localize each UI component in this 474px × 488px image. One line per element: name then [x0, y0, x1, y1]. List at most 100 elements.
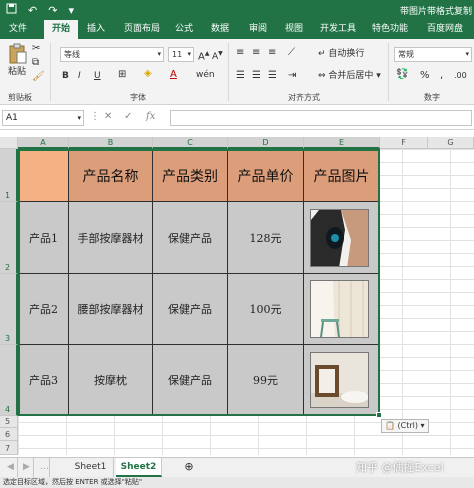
table-cell-price[interactable]: 128元: [228, 202, 304, 274]
tab-formulas[interactable]: 公式: [170, 20, 198, 39]
title-bar: ↶ ↷ ▾ 带图片带格式复制: [0, 0, 474, 20]
wrap-text-button[interactable]: ↵ 自动换行: [318, 48, 364, 60]
tab-file[interactable]: 文件: [4, 20, 32, 39]
italic-button[interactable]: I: [78, 70, 81, 82]
copy-icon[interactable]: ⧉: [32, 57, 39, 69]
tab-data[interactable]: 数据: [206, 20, 234, 39]
align-bottom-icon[interactable]: ≡: [268, 47, 276, 59]
group-divider: [388, 43, 389, 101]
product-image-massage-pillow[interactable]: [310, 352, 369, 408]
column-header-d[interactable]: D: [228, 137, 304, 149]
chevron-down-icon: ▾: [187, 50, 191, 58]
table-cell-product-name[interactable]: 按摩枕: [69, 345, 153, 416]
sheet-tab-sheet2[interactable]: Sheet2: [116, 458, 162, 477]
paste-options-button[interactable]: 📋 (Ctrl) ▾: [381, 419, 429, 433]
column-header-f[interactable]: F: [380, 137, 428, 149]
cancel-icon[interactable]: ✕: [104, 111, 112, 122]
product-image-hand-massager[interactable]: [310, 209, 369, 267]
table-cell-category[interactable]: 保健产品: [153, 274, 228, 345]
align-left-icon[interactable]: ☰: [236, 70, 245, 82]
format-painter-icon[interactable]: 🖌: [32, 71, 45, 83]
align-middle-icon[interactable]: ≡: [252, 47, 260, 59]
window-title: 带图片带格式复制: [399, 7, 472, 17]
column-header-b[interactable]: B: [69, 137, 153, 149]
increase-font-icon[interactable]: A▲: [198, 48, 209, 63]
comma-style-icon[interactable]: ,: [440, 70, 443, 82]
row-header-6[interactable]: 6: [0, 428, 18, 441]
font-size-select[interactable]: 11 ▾: [168, 47, 194, 62]
bold-button[interactable]: B: [62, 70, 69, 82]
table-cell-price[interactable]: 99元: [228, 345, 304, 416]
border-icon[interactable]: ⊞: [118, 69, 126, 81]
row-header-4[interactable]: 4: [0, 345, 18, 416]
tab-insert[interactable]: 插入: [82, 20, 110, 39]
align-center-icon[interactable]: ☰: [252, 70, 261, 82]
currency-icon[interactable]: 💱: [396, 69, 408, 81]
scroll-left-icon[interactable]: ◀: [4, 458, 18, 477]
enter-icon[interactable]: ✓: [124, 111, 132, 122]
table-cell-product-id[interactable]: 产品2: [18, 274, 69, 345]
tab-developer[interactable]: 开发工具: [314, 20, 362, 39]
redo-icon[interactable]: ↷: [48, 4, 57, 17]
phonetic-icon[interactable]: wén: [196, 69, 215, 81]
row-header-7[interactable]: 7: [0, 441, 18, 455]
tab-view[interactable]: 视图: [280, 20, 308, 39]
column-header-e[interactable]: E: [304, 137, 380, 149]
customize-icon[interactable]: ▾: [68, 4, 74, 17]
row-header-5[interactable]: 5: [0, 416, 18, 428]
table-cell-category[interactable]: 保健产品: [153, 202, 228, 274]
more-icon: ⋮: [90, 111, 100, 122]
column-header-g[interactable]: G: [428, 137, 474, 149]
select-all-corner[interactable]: [0, 137, 18, 149]
table-cell-product-id[interactable]: 产品1: [18, 202, 69, 274]
sheet-tab-sheet1[interactable]: Sheet1: [68, 458, 114, 477]
decrease-font-icon[interactable]: A▼: [212, 48, 223, 63]
row-header-1[interactable]: 1: [0, 149, 18, 202]
column-header-c[interactable]: C: [153, 137, 228, 149]
column-header-a[interactable]: A: [18, 137, 69, 149]
fill-color-icon[interactable]: ◈: [144, 68, 152, 80]
header-cell-price[interactable]: 产品单价: [228, 149, 304, 202]
undo-icon[interactable]: ↶: [28, 4, 37, 17]
alignment-group-label: 对齐方式: [288, 93, 320, 102]
product-image-waist-massager[interactable]: [310, 280, 369, 338]
align-top-icon[interactable]: ≡: [236, 47, 244, 59]
tab-page-layout[interactable]: 页面布局: [118, 20, 166, 39]
align-right-icon[interactable]: ☰: [268, 70, 277, 82]
underline-button[interactable]: U: [94, 70, 101, 82]
quick-access-toolbar: ↶ ↷ ▾: [6, 3, 74, 17]
header-cell-category[interactable]: 产品类别: [153, 149, 228, 202]
name-box[interactable]: A1 ▾: [2, 110, 84, 126]
header-cell-a[interactable]: [18, 149, 69, 202]
add-sheet-icon[interactable]: ⊕: [180, 458, 198, 477]
more-icon[interactable]: …: [40, 458, 50, 477]
font-name-select[interactable]: 等线 ▾: [60, 47, 164, 62]
table-cell-product-name[interactable]: 手部按摩器材: [69, 202, 153, 274]
cut-icon[interactable]: ✂: [32, 43, 40, 55]
save-icon[interactable]: [6, 3, 17, 17]
tab-review[interactable]: 审阅: [244, 20, 272, 39]
header-cell-image[interactable]: 产品图片: [304, 149, 380, 202]
table-cell-product-id[interactable]: 产品3: [18, 345, 69, 416]
orientation-icon[interactable]: ⟋: [288, 47, 295, 59]
formula-input[interactable]: [170, 110, 472, 126]
paste-button[interactable]: 粘贴: [8, 66, 26, 78]
decimal-icon[interactable]: .00: [454, 70, 467, 82]
insert-function-button[interactable]: fx: [146, 111, 155, 122]
fill-handle[interactable]: [376, 412, 382, 418]
merge-center-button[interactable]: ⇔ 合并后居中 ▾: [318, 70, 381, 82]
table-cell-product-name[interactable]: 腰部按摩器材: [69, 274, 153, 345]
indent-icon[interactable]: ⇥: [288, 70, 296, 82]
tab-special-features[interactable]: 特色功能: [367, 20, 413, 39]
header-cell-product-name[interactable]: 产品名称: [69, 149, 153, 202]
row-header-2[interactable]: 2: [0, 202, 18, 274]
tab-baidu-netdisk[interactable]: 百度网盘: [420, 20, 470, 39]
percent-button[interactable]: %: [420, 70, 430, 82]
font-color-icon[interactable]: A: [170, 69, 177, 81]
number-format-select[interactable]: 常规 ▾: [394, 47, 472, 62]
scroll-right-icon[interactable]: ▶: [20, 458, 34, 477]
table-cell-category[interactable]: 保健产品: [153, 345, 228, 416]
row-header-3[interactable]: 3: [0, 274, 18, 345]
table-cell-price[interactable]: 100元: [228, 274, 304, 345]
tab-home[interactable]: 开始: [44, 20, 78, 39]
